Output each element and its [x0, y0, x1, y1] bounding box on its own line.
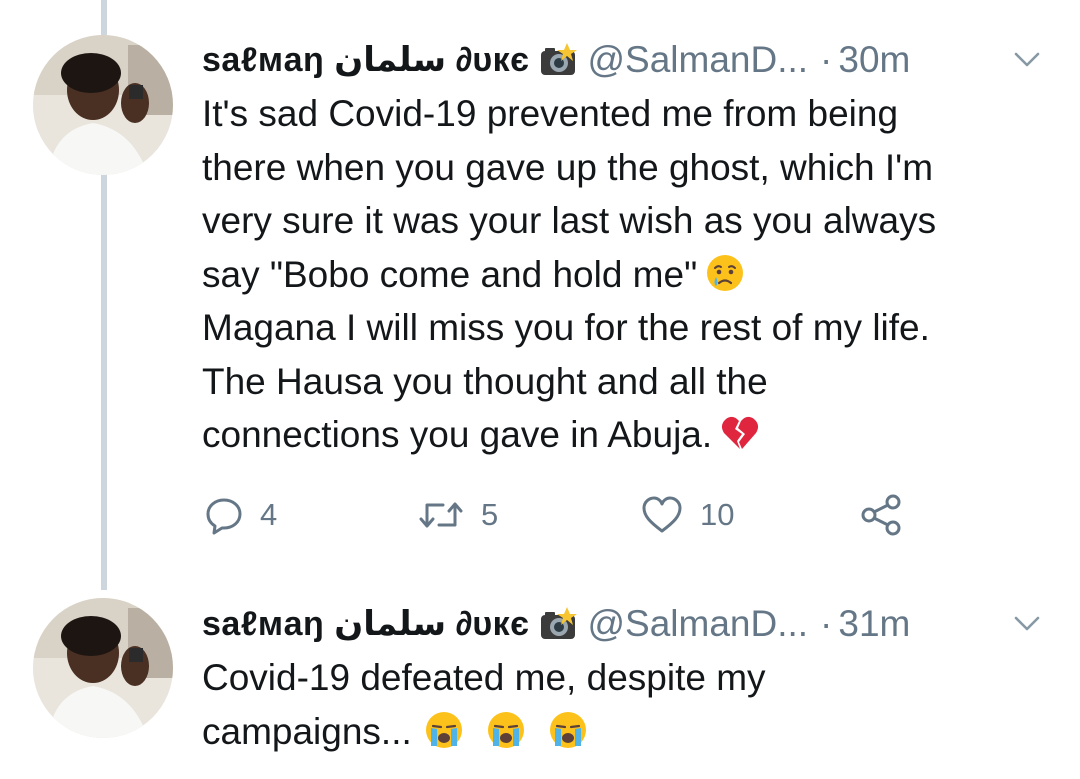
- tweet-text-line: say "Bobo come and hold me": [202, 253, 698, 295]
- tweet-text-line: The Hausa you thought and all the: [202, 360, 768, 402]
- separator-dot: ·: [820, 603, 833, 644]
- display-name[interactable]: saℓмaŋ سلمان ∂υкє: [202, 604, 529, 644]
- tweet-text-line: connections you gave in Abuja.: [202, 414, 713, 455]
- crying-face-emoji: [705, 253, 745, 293]
- avatar[interactable]: [33, 598, 173, 738]
- avatar-photo: [33, 598, 173, 738]
- user-handle[interactable]: @SalmanD...: [587, 603, 808, 645]
- tweet-header: saℓмaŋ سلمان ∂υкє @SalmanD... · 30m: [202, 36, 910, 84]
- avatar-photo: [33, 35, 173, 175]
- timestamp[interactable]: 30m: [838, 39, 910, 81]
- tweet-text-line-with-emoji: connections you gave in Abuja.: [202, 408, 1062, 462]
- tweet-text-line: Covid-19 defeated me, despite my: [202, 657, 766, 698]
- heart-icon: [642, 496, 682, 533]
- like-count: 10: [700, 497, 735, 532]
- avatar[interactable]: [33, 35, 173, 175]
- loudly-crying-face-emoji: [548, 710, 588, 750]
- separator-dot: ·: [820, 39, 833, 80]
- timestamp[interactable]: 31m: [838, 603, 910, 645]
- tweet-text-line: It's sad Covid-19 prevented me from bein…: [202, 93, 899, 134]
- camera-flash-emoji: [539, 607, 578, 641]
- tweet-text-line-with-emoji: say "Bobo come and hold me": [202, 248, 1062, 302]
- tweet-text: It's sad Covid-19 prevented me from bein…: [202, 87, 1062, 462]
- chevron-down-icon[interactable]: [1012, 609, 1042, 639]
- camera-flash-emoji: [539, 43, 578, 77]
- tweet-text-line-with-emoji: campaigns...: [202, 705, 1062, 759]
- share-icon: [861, 494, 901, 536]
- user-handle[interactable]: @SalmanD...: [587, 39, 808, 81]
- reply-count: 4: [260, 497, 278, 532]
- reply-icon: [206, 498, 242, 535]
- tweet[interactable]: saℓмaŋ سلمان ∂υкє @SalmanD... · 30m It's…: [0, 0, 1080, 560]
- like-button[interactable]: 10: [640, 490, 734, 540]
- display-name[interactable]: saℓмaŋ سلمان ∂υкє: [202, 40, 529, 80]
- tweet-header: saℓмaŋ سلمان ∂υкє @SalmanD... · 31m: [202, 600, 910, 648]
- tweet-text-line: campaigns...: [202, 710, 412, 752]
- retweet-count: 5: [481, 497, 499, 532]
- loudly-crying-face-emoji: [486, 710, 526, 750]
- share-button[interactable]: [860, 490, 904, 540]
- tweet-text-line: Magana I will miss you for the rest of m…: [202, 307, 930, 348]
- broken-heart-emoji: [720, 413, 760, 453]
- reply-button[interactable]: 4: [204, 490, 277, 540]
- tweet-text-line: very sure it was your last wish as you a…: [202, 200, 937, 241]
- tweet-actions: 4 5 10: [204, 490, 964, 540]
- retweet-icon: [419, 502, 463, 528]
- tweet-text: Covid-19 defeated me, despite my campaig…: [202, 651, 1062, 758]
- chevron-down-icon[interactable]: [1012, 45, 1042, 75]
- retweet-button[interactable]: 5: [417, 490, 498, 540]
- tweet[interactable]: saℓмaŋ سلمان ∂υкє @SalmanD... · 31m Covi…: [0, 580, 1080, 779]
- loudly-crying-face-emoji: [424, 710, 464, 750]
- tweet-text-line: there when you gave up the ghost, which …: [202, 146, 934, 188]
